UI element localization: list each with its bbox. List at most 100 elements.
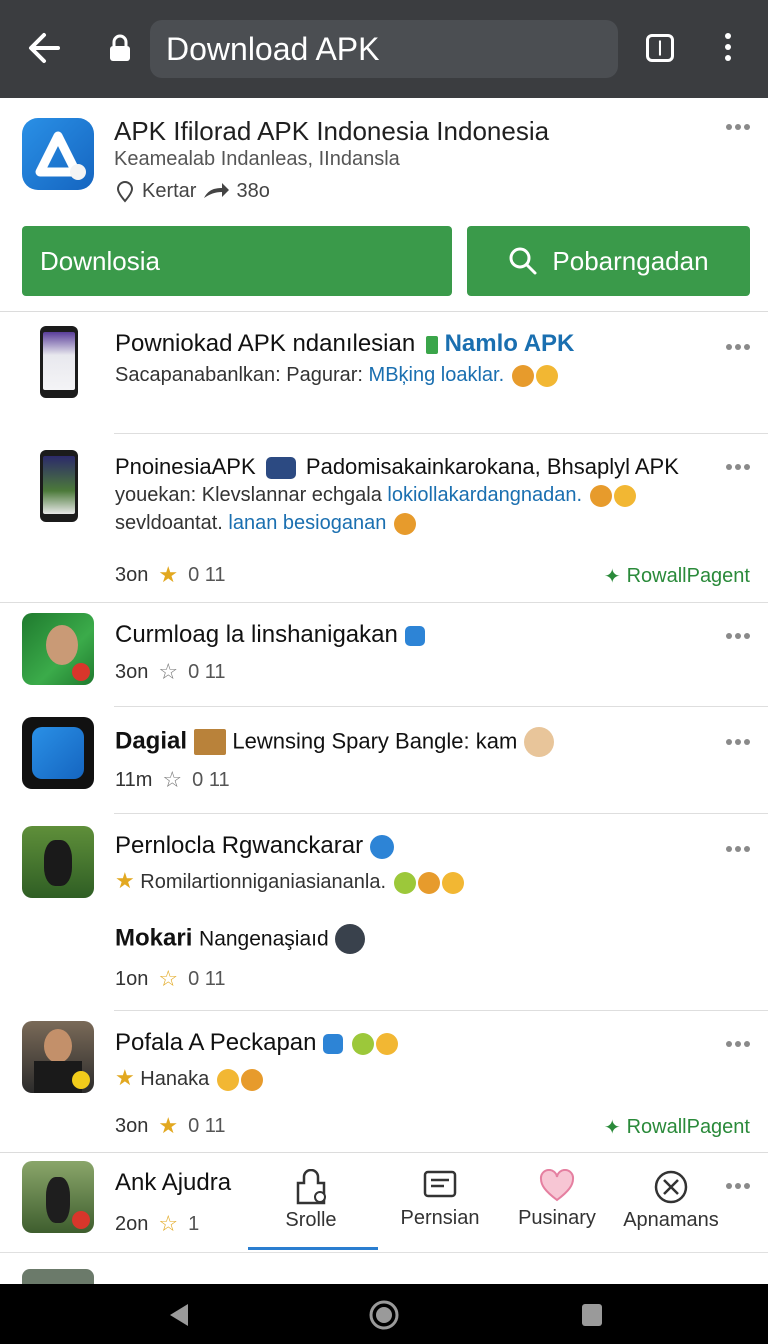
browser-toolbar: Download APK | — [0, 0, 768, 98]
sparkle-icon: ✦ — [603, 1117, 621, 1139]
item-title: Pofala A Peckapan — [115, 1029, 398, 1057]
item-more-icon[interactable] — [726, 633, 750, 641]
tab-switcher-button[interactable]: | — [646, 34, 674, 62]
sparkle-icon: ✦ — [603, 566, 621, 588]
nav-back-icon[interactable] — [166, 1302, 190, 1328]
star-outline-icon[interactable]: ☆ — [158, 1211, 178, 1237]
tab-apnamans[interactable]: Apnamans — [616, 1169, 726, 1232]
bottom-tab-bar: Ank Ajudra 2on ☆ 1 Srolle Pernsian Pusina… — [0, 1152, 768, 1250]
emoji-icon — [351, 1032, 374, 1055]
item-description-2: sevldoantat. lanan besioganan — [115, 512, 416, 535]
emoji-icon — [393, 512, 416, 535]
list-item[interactable]: PnoinesiaAPK Padomisakainkarokana, Bhsap… — [0, 434, 768, 602]
url-text: Download APK — [166, 31, 380, 67]
back-arrow-icon[interactable] — [24, 28, 64, 68]
item-title-tag[interactable]: Namlo APK — [445, 330, 575, 357]
tab-pusinary[interactable]: Pusinary — [502, 1169, 612, 1230]
emoji-icon — [240, 1068, 263, 1091]
bird-badge-icon — [265, 457, 296, 480]
verified-badge-icon — [404, 625, 425, 646]
phone-thumbnail — [40, 326, 78, 398]
app-title: APK Ifilorad APK Indonesia Indonesia — [114, 116, 550, 146]
item-title: Curmloag la linshanigakan — [115, 621, 425, 649]
avatar — [22, 1161, 94, 1233]
emoji-icon — [511, 364, 534, 387]
star-filled-icon: ★ — [115, 1065, 135, 1090]
app-subtitle: Keamealab Indanleas, IIndansla — [114, 148, 400, 170]
nav-home-icon[interactable] — [368, 1299, 400, 1331]
emoji-icon — [535, 364, 558, 387]
download-button[interactable]: Downlosia — [22, 226, 452, 296]
item-meta: 11m ☆ 0 11 — [115, 767, 230, 793]
item-more-icon[interactable] — [726, 464, 750, 472]
lock-icon — [110, 34, 130, 61]
list-item[interactable]: Pofala A Peckapan ★ Hanaka 3on ★ 0 11 ✦ … — [0, 1011, 768, 1153]
item-description: Sacapanabanlkan: Pagurar: MBķing loaklar… — [115, 364, 558, 387]
item-meta: 3on ★ 0 11 — [115, 562, 226, 588]
emoji-icon — [216, 1068, 239, 1091]
item-title: PnoinesiaAPK Padomisakainkarokana, Bhsap… — [115, 454, 679, 480]
location-pin-icon — [116, 180, 134, 203]
nav-recents-icon[interactable] — [580, 1302, 604, 1328]
star-filled-icon[interactable]: ★ — [158, 1113, 178, 1139]
share-arrow-icon — [204, 182, 230, 198]
item-description: ★ Romilartionniganiasiananla. — [115, 868, 464, 894]
address-bar[interactable]: Download APK — [150, 20, 618, 78]
item-tag[interactable]: ✦ RowallPagent — [604, 1115, 750, 1140]
search-button[interactable]: Pobarngadan — [467, 226, 750, 296]
item-more-icon[interactable] — [726, 344, 750, 352]
tab-srolle[interactable]: Srolle — [256, 1169, 366, 1232]
emoji-icon — [375, 1032, 398, 1055]
bag-icon — [296, 1169, 326, 1205]
star-filled-icon: ★ — [115, 868, 135, 893]
list-item[interactable]: Powniokad APK ndanılesian Namlo APK Saca… — [0, 312, 768, 434]
avatar — [22, 1021, 94, 1093]
item-description: ★ Hanaka — [115, 1065, 263, 1091]
star-filled-icon[interactable]: ★ — [158, 562, 178, 588]
app-location: Kertar — [142, 180, 197, 202]
phone-thumbnail — [40, 450, 78, 522]
star-outline-icon[interactable]: ☆ — [162, 767, 182, 793]
star-outline-icon[interactable]: ☆ — [158, 659, 178, 685]
emoji-icon — [417, 871, 440, 894]
emoji-icon — [393, 871, 416, 894]
tab-pernsian[interactable]: Pernsian — [385, 1169, 495, 1230]
item-title: Pernlocla Rgwanckarar — [115, 832, 394, 860]
list-item[interactable]: Curmloag la linshanigakan 3on ☆ 0 11 — [0, 603, 768, 707]
download-button-label: Downlosia — [40, 245, 160, 276]
star-outline-icon[interactable]: ☆ — [158, 966, 178, 992]
search-icon — [509, 247, 537, 275]
message-icon — [423, 1170, 457, 1198]
avatar — [335, 924, 366, 954]
green-tag-icon — [425, 335, 438, 354]
emoji-icon — [589, 484, 612, 507]
item-title[interactable]: Ank Ajudra — [115, 1169, 231, 1197]
system-nav-bar — [0, 1284, 768, 1344]
app-logo-icon — [22, 118, 94, 190]
item-more-icon[interactable] — [726, 1183, 750, 1191]
item-more-icon[interactable] — [726, 1041, 750, 1049]
item-meta: 2on ☆ 1 — [115, 1211, 200, 1237]
app-meta: Kertar 38o — [114, 180, 270, 203]
item-subtitle: Mokari Nangenaşiaıd — [115, 924, 366, 954]
item-meta: 3on ☆ 0 11 — [115, 659, 226, 685]
compass-icon — [654, 1170, 688, 1204]
avatar — [22, 613, 94, 685]
list-item[interactable]: Dagial Lewnsing Spary Bangle: kam 11m ☆ … — [0, 707, 768, 813]
verified-badge-icon — [323, 1033, 344, 1054]
emoji-icon — [613, 484, 636, 507]
app-header-card: APK Ifilorad APK Indonesia Indonesia Kea… — [0, 98, 768, 312]
verified-badge-icon — [369, 834, 394, 859]
item-tag[interactable]: ✦ RowallPagent — [604, 564, 750, 589]
heart-icon — [539, 1169, 575, 1202]
item-description: youekan: Klevslannar echgala lokiollakar… — [115, 484, 636, 507]
overflow-menu-icon[interactable] — [722, 30, 734, 66]
item-more-icon[interactable] — [726, 846, 750, 854]
item-title: Dagial Lewnsing Spary Bangle: kam — [115, 727, 554, 757]
avatar — [523, 727, 554, 757]
item-more-icon[interactable] — [726, 739, 750, 747]
item-meta: 3on ★ 0 11 — [115, 1113, 226, 1139]
active-tab-indicator — [248, 1247, 378, 1250]
list-item[interactable]: Pernlocla Rgwanckarar ★ Romilartionnigan… — [0, 814, 768, 1010]
app-more-icon[interactable] — [726, 124, 750, 132]
